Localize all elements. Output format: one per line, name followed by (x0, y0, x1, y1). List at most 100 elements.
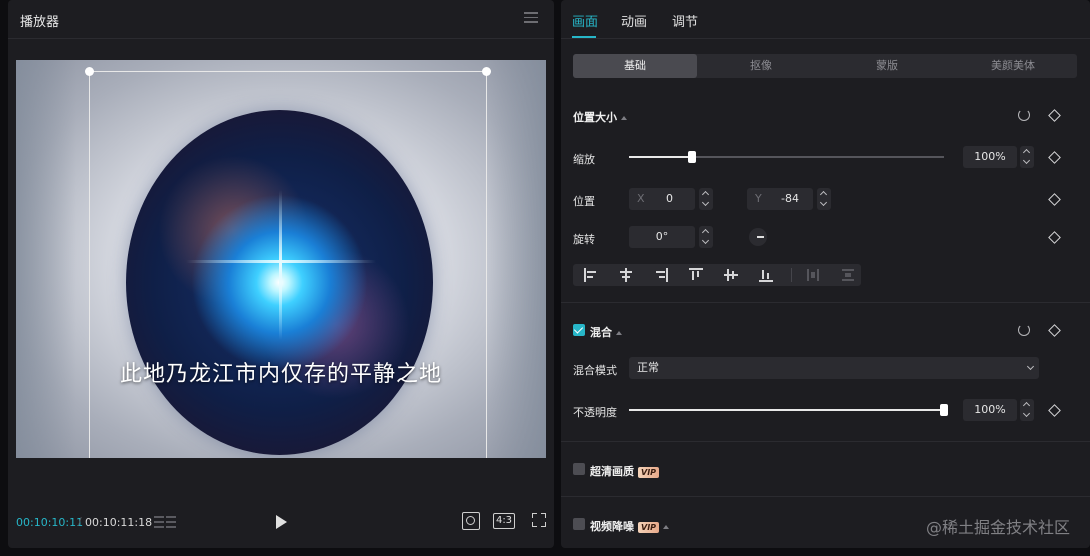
subtitle-caption[interactable]: 此地乃龙江市内仅存的平静之地 (16, 356, 546, 388)
hd-quality-label[interactable]: 超清画质 VIP (590, 463, 660, 479)
fullscreen-icon[interactable] (532, 513, 546, 527)
scale-slider-fill (629, 156, 692, 158)
position-label: 位置 (573, 195, 595, 208)
keyframe-icon[interactable] (1048, 231, 1061, 244)
player-panel: 播放器 此地乃龙江市内仅存的平静之地 00:10:10:11 / 00:10:1… (8, 0, 554, 548)
keyframe-icon[interactable] (1048, 404, 1061, 417)
rotate-label: 旋转 (573, 233, 595, 246)
zoom-icon[interactable] (462, 512, 480, 530)
align-center-h-icon[interactable] (618, 267, 634, 283)
sub-tabs: 基础 抠像 蒙版 美颜美体 (573, 54, 1077, 78)
collapse-caret-icon (663, 525, 670, 529)
hd-checkbox[interactable] (573, 463, 585, 475)
position-x-input[interactable]: X 0 (629, 188, 695, 210)
inspector-panel: 画面 动画 调节 基础 抠像 蒙版 美颜美体 位置大小 缩放 100% 位置 X… (561, 0, 1090, 548)
scale-slider-thumb[interactable] (688, 151, 696, 163)
collapse-caret-icon (621, 116, 627, 120)
orb-flare-vertical (279, 190, 282, 340)
denoise-checkbox[interactable] (573, 518, 585, 530)
blend-mode-value: 正常 (637, 361, 659, 374)
watermark: @稀土掘金技术社区 (925, 518, 1070, 537)
keyframe-icon[interactable] (1048, 109, 1061, 122)
menu-icon[interactable] (524, 12, 538, 24)
opacity-label: 不透明度 (573, 406, 617, 419)
opacity-slider[interactable] (629, 404, 948, 416)
scale-input[interactable]: 100% (963, 146, 1017, 168)
scale-label: 缩放 (573, 153, 595, 166)
y-value: -84 (781, 192, 799, 205)
subtab-basic[interactable]: 基础 (573, 54, 697, 78)
subtab-mask[interactable]: 蒙版 (825, 54, 949, 78)
divider (8, 38, 554, 39)
section-title: 位置大小 (573, 111, 617, 124)
blend-mode-label: 混合模式 (573, 364, 617, 377)
align-bottom-icon[interactable] (758, 267, 774, 283)
align-toolbar (573, 264, 861, 286)
position-y-input[interactable]: Y -84 (747, 188, 813, 210)
player-title: 播放器 (20, 15, 60, 30)
rotate-dial[interactable] (749, 228, 767, 246)
section-blend[interactable]: 混合 (590, 324, 622, 340)
divider (561, 441, 1090, 442)
section-title: 混合 (590, 326, 612, 339)
position-x-stepper[interactable] (699, 188, 713, 210)
vip-badge: VIP (638, 466, 660, 478)
scale-value: 100% (974, 150, 1006, 163)
resize-handle-top-left[interactable] (85, 67, 94, 76)
keyframe-icon[interactable] (1048, 324, 1061, 337)
grid-list-icon[interactable] (154, 514, 176, 530)
divider (791, 268, 792, 282)
reset-icon[interactable] (1018, 109, 1030, 121)
subtab-cutout[interactable]: 抠像 (699, 54, 823, 78)
denoise-label-text: 视频降噪 (590, 520, 634, 533)
player-header: 播放器 (8, 0, 554, 38)
align-top-icon[interactable] (688, 267, 704, 283)
opacity-stepper[interactable] (1020, 399, 1034, 421)
video-denoise-label[interactable]: 视频降噪 VIP (590, 518, 670, 534)
playback-bar: 00:10:10:11 / 00:10:11:18 4:3 (8, 506, 554, 538)
divider (561, 38, 1090, 39)
rotate-stepper[interactable] (699, 226, 713, 248)
position-y-stepper[interactable] (817, 188, 831, 210)
rotate-value: 0° (655, 230, 669, 243)
keyframe-icon[interactable] (1048, 193, 1061, 206)
divider (561, 496, 1090, 497)
hd-label-text: 超清画质 (590, 465, 634, 478)
scale-stepper[interactable] (1020, 146, 1034, 168)
keyframe-icon[interactable] (1048, 151, 1061, 164)
distribute-v-icon (840, 267, 856, 283)
vip-badge: VIP (638, 521, 660, 533)
aspect-ratio-button[interactable]: 4:3 (493, 513, 515, 529)
tab-adjust[interactable]: 调节 (672, 11, 698, 30)
canvas-shade-right (486, 60, 546, 458)
current-time: 00:10:10:11 (16, 516, 84, 529)
canvas-shade-left (16, 60, 76, 458)
resize-handle-top-right[interactable] (482, 67, 491, 76)
tab-canvas[interactable]: 画面 (572, 11, 598, 30)
align-right-icon[interactable] (653, 267, 669, 283)
play-button[interactable] (274, 514, 288, 530)
collapse-caret-icon (616, 331, 622, 335)
rotate-input[interactable]: 0° (629, 226, 695, 248)
opacity-value: 100% (974, 403, 1006, 416)
align-center-v-icon[interactable] (723, 267, 739, 283)
opacity-slider-thumb[interactable] (940, 404, 948, 416)
opacity-input[interactable]: 100% (963, 399, 1017, 421)
total-time: 00:10:11:18 (85, 516, 153, 529)
time-separator: / (78, 515, 82, 528)
y-prefix: Y (755, 192, 762, 205)
subtab-beauty[interactable]: 美颜美体 (951, 54, 1075, 78)
tab-animation[interactable]: 动画 (621, 11, 647, 30)
distribute-h-icon (805, 267, 821, 283)
top-tabs: 画面 动画 调节 (561, 0, 1090, 38)
reset-icon[interactable] (1018, 324, 1030, 336)
scale-slider[interactable] (629, 151, 944, 163)
preview-canvas[interactable]: 此地乃龙江市内仅存的平静之地 (16, 60, 546, 458)
section-position-size[interactable]: 位置大小 (573, 109, 627, 125)
blend-checkbox[interactable] (573, 324, 585, 336)
x-value: 0 (666, 192, 673, 205)
align-left-icon[interactable] (583, 267, 599, 283)
blend-mode-select[interactable]: 正常 (629, 357, 1039, 379)
divider (561, 302, 1090, 303)
opacity-slider-fill (629, 409, 944, 411)
